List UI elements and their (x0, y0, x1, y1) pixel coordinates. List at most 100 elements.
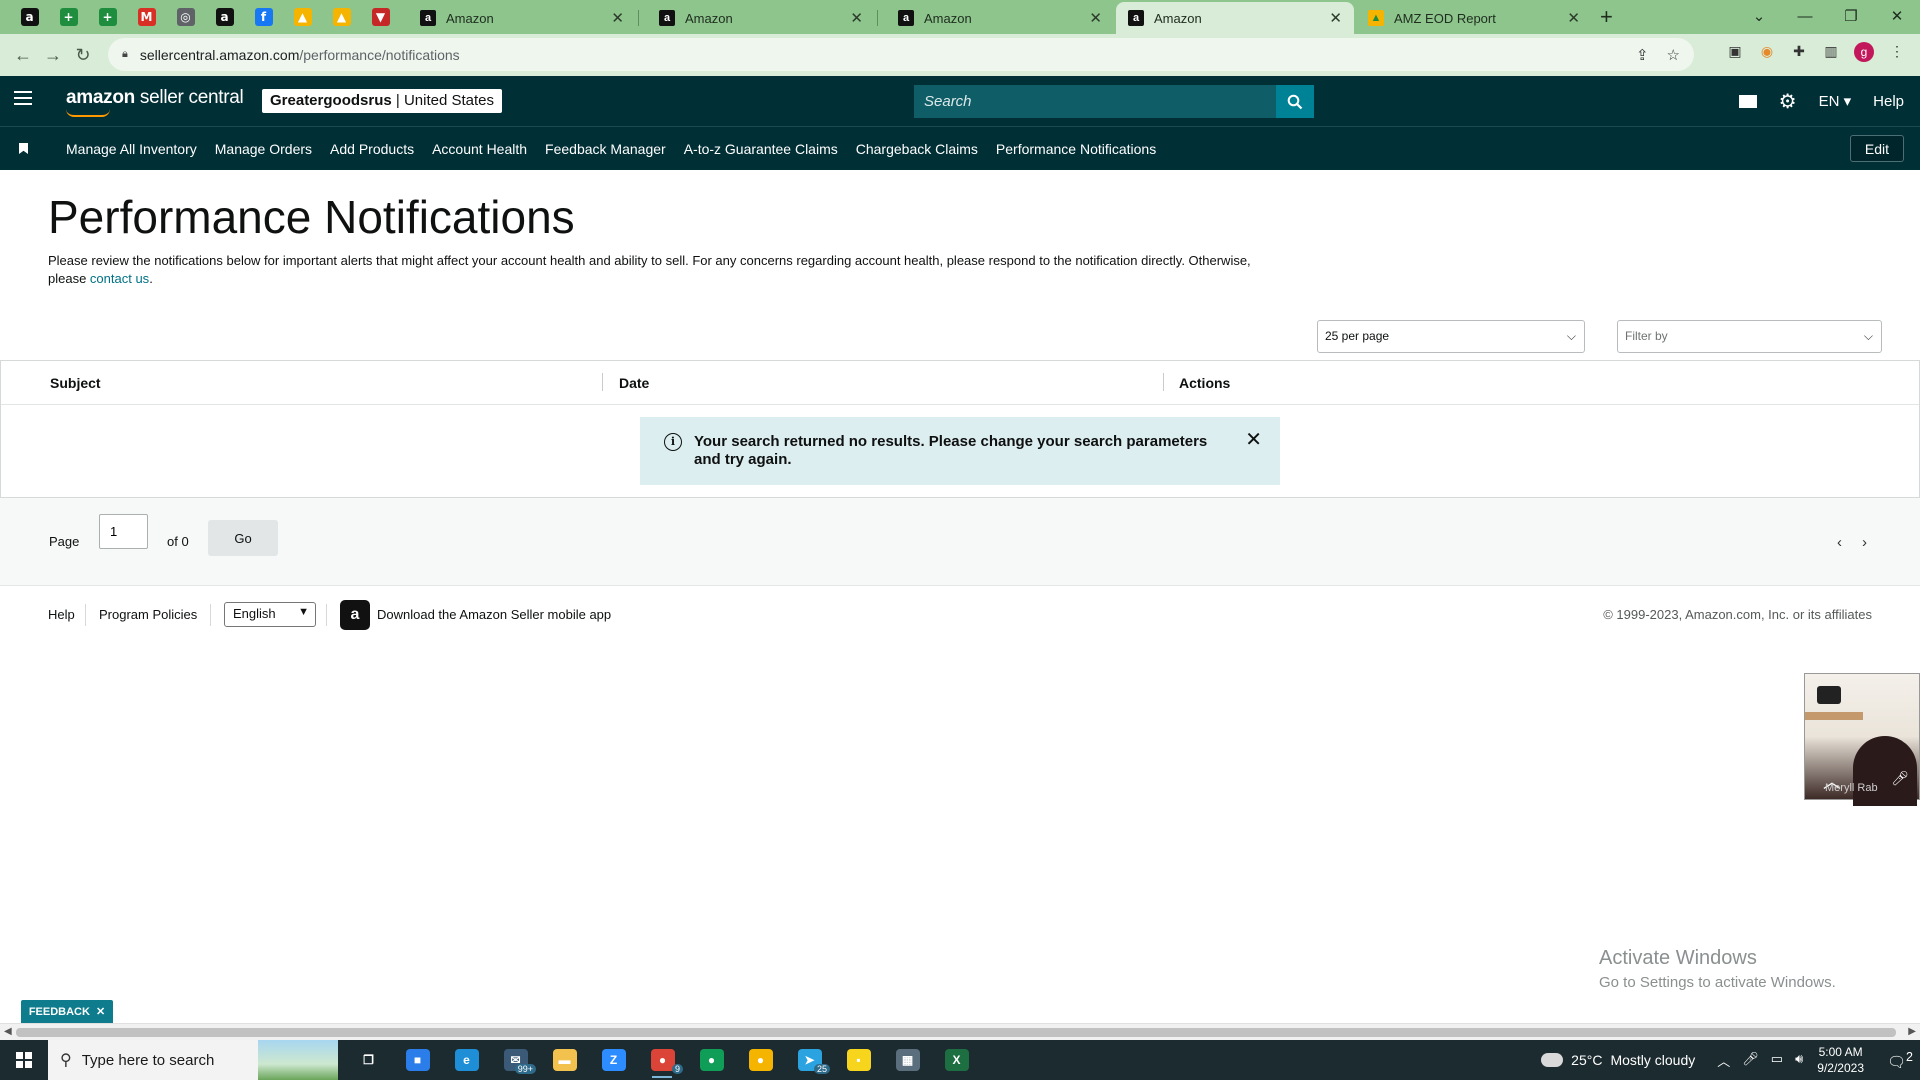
go-button[interactable]: Go (208, 520, 278, 556)
nav-item-add-products[interactable]: Add Products (330, 141, 414, 157)
pinned-tab[interactable]: f (244, 0, 283, 34)
pinned-tab[interactable]: a (205, 0, 244, 34)
maximize-icon[interactable]: ❐ (1828, 0, 1874, 32)
taskbar-app[interactable]: e (442, 1040, 491, 1080)
new-tab-button[interactable]: + (1600, 4, 1613, 30)
network-icon[interactable]: ▭ (1771, 1051, 1783, 1070)
close-window-icon[interactable]: ✕ (1874, 0, 1920, 32)
extension-icon[interactable]: ◉ (1758, 42, 1776, 60)
profile-avatar[interactable]: g (1854, 42, 1874, 62)
store-switcher[interactable]: Greatergoodsrus | United States (262, 89, 502, 113)
pinned-tab[interactable]: ◎ (166, 0, 205, 34)
close-tab-icon[interactable]: ✕ (1567, 9, 1580, 27)
contact-us-link[interactable]: contact us (90, 271, 149, 286)
taskbar-app[interactable]: ▬ (540, 1040, 589, 1080)
filter-select[interactable]: Filter by ⌵ (1617, 320, 1882, 353)
puzzle-icon[interactable]: ✚ (1790, 42, 1808, 60)
taskbar-app[interactable]: ■ (393, 1040, 442, 1080)
taskbar-app[interactable]: ➤ 25 (785, 1040, 834, 1080)
download-app-link[interactable]: Download the Amazon Seller mobile app (377, 607, 611, 622)
seller-central-logo[interactable]: amazon seller central (66, 87, 244, 117)
nav-item-feedback-manager[interactable]: Feedback Manager (545, 141, 666, 157)
back-icon[interactable]: ← (8, 45, 38, 66)
pinned-tab[interactable]: ▲ (283, 0, 322, 34)
taskbar-app[interactable]: ● 9 (638, 1040, 687, 1080)
address-bar[interactable]: 🔒︎ sellercentral.amazon.com /performance… (108, 38, 1694, 71)
browser-tab[interactable]: a Amazon ✕ (886, 2, 1114, 34)
notification-center-icon[interactable]: 🗨︎2 (1880, 1050, 1920, 1071)
microphone-icon[interactable]: 🎤︎ (1742, 1051, 1759, 1070)
footer-help-link[interactable]: Help (48, 607, 75, 622)
gear-icon[interactable]: ⚙ (1779, 89, 1797, 114)
close-tab-icon[interactable]: ✕ (611, 9, 624, 27)
seller-app-icon[interactable]: a (340, 600, 370, 630)
nav-item-a-to-z-claims[interactable]: A-to-z Guarantee Claims (684, 141, 838, 157)
close-tab-icon[interactable]: ✕ (1329, 9, 1342, 27)
volume-icon[interactable]: 🔊︎ (1795, 1051, 1803, 1070)
pinned-tab[interactable]: ▼ (361, 0, 400, 34)
nav-item-account-health[interactable]: Account Health (432, 141, 527, 157)
close-tab-icon[interactable]: ✕ (1089, 9, 1102, 27)
taskbar-search[interactable]: ⚲ Type here to search (48, 1040, 338, 1080)
scroll-left-icon[interactable]: ◀ (4, 1026, 12, 1037)
nav-item-chargeback-claims[interactable]: Chargeback Claims (856, 141, 978, 157)
side-panel-icon[interactable]: ▥ (1822, 42, 1840, 60)
hamburger-menu-icon[interactable] (14, 91, 32, 109)
chevron-right-icon[interactable]: › (1862, 534, 1867, 551)
taskbar-app[interactable]: Z (589, 1040, 638, 1080)
pinned-tab[interactable]: + (88, 0, 127, 34)
weather-widget[interactable]: 25°C Mostly cloudy (1537, 1048, 1695, 1068)
bookmark-icon[interactable] (19, 143, 28, 154)
horizontal-scrollbar[interactable]: ◀ ▶ (0, 1023, 1920, 1040)
nav-item-manage-all-inventory[interactable]: Manage All Inventory (66, 141, 197, 157)
chevron-left-icon[interactable]: ‹ (1837, 534, 1842, 551)
scroll-right-icon[interactable]: ▶ (1908, 1026, 1916, 1037)
browser-tab[interactable]: ▲ AMZ EOD Report ✕ (1356, 2, 1592, 34)
program-policies-link[interactable]: Program Policies (99, 607, 197, 622)
kebab-menu-icon[interactable]: ⋮ (1888, 42, 1906, 60)
tab-search-icon[interactable]: ⌄ (1736, 0, 1782, 32)
nav-item-performance-notifications[interactable]: Performance Notifications (996, 141, 1156, 157)
close-icon[interactable]: ✕ (1245, 430, 1262, 450)
pinned-tab[interactable]: ▲ (322, 0, 361, 34)
edit-nav-button[interactable]: Edit (1849, 135, 1904, 162)
video-call-overlay[interactable]: ︿ 🎤︎ Meryll Rab (1804, 673, 1920, 806)
search-button[interactable] (1276, 85, 1314, 118)
clock[interactable]: 5:00 AM 9/2/2023 (1817, 1044, 1864, 1076)
pinned-tab[interactable]: M (127, 0, 166, 34)
mail-icon[interactable] (1738, 94, 1757, 108)
pinned-tab[interactable]: + (49, 0, 88, 34)
taskbar-app[interactable]: ❐ (344, 1040, 393, 1080)
minimize-icon[interactable]: — (1782, 0, 1828, 32)
reload-icon[interactable]: ↻ (68, 45, 98, 66)
search-input[interactable] (914, 85, 1276, 118)
browser-tab-active[interactable]: a Amazon ✕ (1116, 2, 1354, 34)
bookmark-star-icon[interactable]: ☆ (1667, 46, 1680, 64)
taskbar-app[interactable]: X (932, 1040, 981, 1080)
start-button[interactable] (0, 1040, 48, 1080)
close-icon[interactable]: ✕ (96, 1005, 105, 1018)
taskbar-app[interactable]: ▪ (834, 1040, 883, 1080)
extension-icon[interactable]: ▣ (1726, 42, 1744, 60)
scrollbar-thumb[interactable] (16, 1028, 1896, 1037)
page-number-input[interactable] (99, 514, 148, 549)
browser-tab[interactable]: a Amazon ✕ (408, 2, 636, 34)
share-icon[interactable]: ⇪ (1636, 46, 1649, 64)
taskbar-app[interactable]: ● (687, 1040, 736, 1080)
footer-language-select[interactable]: English ▼ (224, 602, 316, 627)
browser-tab[interactable]: a Amazon ✕ (647, 2, 875, 34)
help-link[interactable]: Help (1873, 93, 1904, 110)
taskbar-app[interactable]: ▦ (883, 1040, 932, 1080)
column-subject[interactable]: Subject (50, 375, 101, 391)
muted-mic-icon[interactable]: 🎤︎ (1891, 770, 1909, 787)
taskbar-app[interactable]: ✉ 99+ (491, 1040, 540, 1080)
language-selector[interactable]: EN ▾ (1819, 92, 1852, 110)
chevron-up-icon[interactable]: ︿ (1717, 1051, 1730, 1070)
close-tab-icon[interactable]: ✕ (850, 9, 863, 27)
pinned-tab[interactable]: a (10, 0, 49, 34)
per-page-select[interactable]: 25 per page ⌵ (1317, 320, 1585, 353)
forward-icon[interactable]: → (38, 45, 68, 66)
taskbar-app[interactable]: ● (736, 1040, 785, 1080)
feedback-tab[interactable]: FEEDBACK ✕ (21, 1000, 113, 1023)
column-date[interactable]: Date (619, 375, 649, 391)
